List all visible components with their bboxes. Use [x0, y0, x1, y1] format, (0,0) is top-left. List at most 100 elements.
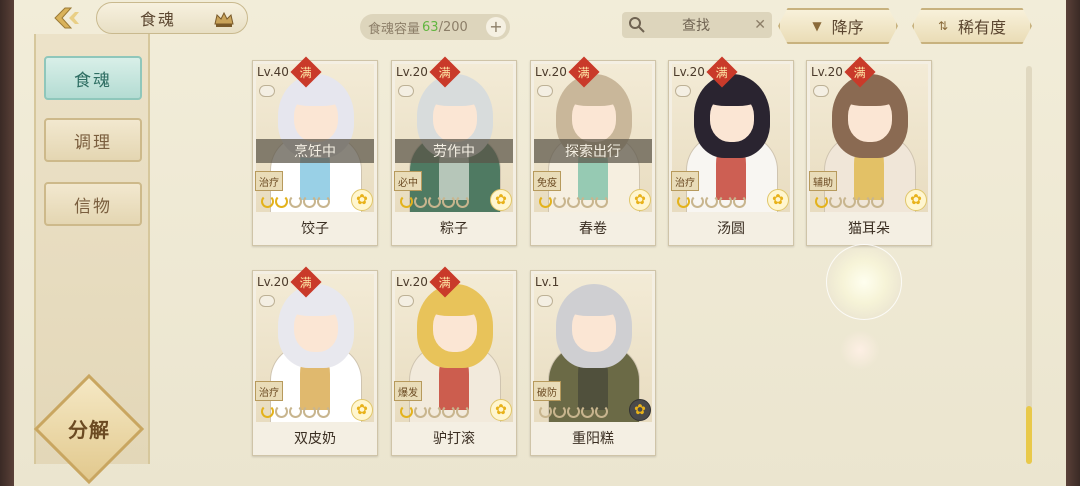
- glow-effect: [826, 244, 902, 320]
- scrollbar-track[interactable]: [1026, 66, 1032, 464]
- role-badge: 治疗: [255, 381, 283, 401]
- star-icon: [539, 195, 552, 208]
- star-icon: [400, 405, 413, 418]
- star-icon: [595, 405, 608, 418]
- flower-icon: ✿: [629, 399, 651, 421]
- food-soul-card[interactable]: Lv.20 满探索出行 免疫 ✿ 春卷: [530, 56, 656, 246]
- star-icon: [843, 195, 856, 208]
- back-arrow-icon: [54, 7, 79, 29]
- chat-bubble-icon[interactable]: [675, 85, 691, 97]
- search-icon: [629, 17, 645, 33]
- star-icon: [829, 195, 842, 208]
- sidebar-item-tokens[interactable]: 信物: [44, 182, 142, 226]
- chat-bubble-icon[interactable]: [537, 85, 553, 97]
- star-icon: [581, 405, 594, 418]
- star-icon: [456, 405, 469, 418]
- star-icon: [595, 195, 608, 208]
- character-name: 春卷: [579, 221, 607, 237]
- character-name: 驴打滚: [433, 431, 475, 447]
- character-name: 粽子: [440, 221, 468, 237]
- star-icon: [428, 405, 441, 418]
- star-icon: [414, 195, 427, 208]
- sidebar-item-label: 食魂: [74, 70, 112, 91]
- star-icon: [317, 195, 330, 208]
- food-soul-card[interactable]: Lv.20 满治疗 ✿ 汤圆: [668, 56, 794, 246]
- status-banner: 劳作中: [395, 139, 513, 163]
- star-icon: [442, 195, 455, 208]
- star-icon: [553, 195, 566, 208]
- level-label: Lv.1: [535, 275, 560, 289]
- star-icon: [442, 405, 455, 418]
- star-rating: [815, 195, 884, 208]
- role-badge: 治疗: [671, 171, 699, 191]
- star-rating: [400, 195, 469, 208]
- search-box[interactable]: 查找 ✕: [622, 12, 772, 38]
- capacity-display: 食魂容量 63 /200 +: [360, 14, 510, 40]
- star-icon: [677, 195, 690, 208]
- max-level-text: 满: [299, 275, 313, 290]
- character-name: 重阳糕: [572, 431, 614, 447]
- back-button[interactable]: [48, 4, 84, 32]
- star-icon: [539, 405, 552, 418]
- food-soul-card[interactable]: Lv.20 满辅助 ✿ 猫耳朵: [806, 56, 932, 246]
- star-icon: [815, 195, 828, 208]
- level-label: Lv.20: [396, 275, 428, 289]
- sort-arrows-icon: ⇅: [937, 19, 949, 33]
- role-badge: 免疫: [533, 171, 561, 191]
- food-soul-card[interactable]: Lv.1 破防 ✿ 重阳糕: [530, 270, 656, 456]
- star-rating: [261, 405, 330, 418]
- scrollbar-thumb[interactable]: [1026, 406, 1032, 464]
- character-name: 双皮奶: [294, 431, 336, 447]
- star-rating: [677, 195, 746, 208]
- sidebar-item-food-souls[interactable]: 食魂: [44, 56, 142, 100]
- chat-bubble-icon[interactable]: [398, 85, 414, 97]
- level-label: Lv.20: [257, 275, 289, 289]
- star-icon: [871, 195, 884, 208]
- capacity-current: 63: [422, 19, 439, 35]
- search-clear-icon[interactable]: ✕: [754, 17, 766, 33]
- star-icon: [456, 195, 469, 208]
- capacity-add-button[interactable]: +: [486, 17, 506, 37]
- sort-order-button[interactable]: ▼ 降序: [778, 8, 898, 44]
- role-badge: 必中: [394, 171, 422, 191]
- character-name: 饺子: [301, 221, 329, 237]
- frame-right: [1066, 0, 1080, 486]
- capacity-max: /200: [438, 19, 468, 35]
- food-soul-card[interactable]: Lv.40 满烹饪中 治疗 ✿ 饺子: [252, 56, 378, 246]
- chat-bubble-icon[interactable]: [398, 295, 414, 307]
- search-input[interactable]: 查找: [682, 15, 710, 35]
- star-icon: [303, 405, 316, 418]
- sort-order-label: 降序: [831, 18, 864, 37]
- capacity-label: 食魂容量: [368, 21, 421, 37]
- chat-bubble-icon[interactable]: [259, 295, 275, 307]
- food-soul-card[interactable]: Lv.20 满治疗 ✿ 双皮奶: [252, 266, 378, 456]
- sort-field-label: 稀有度: [958, 18, 1007, 37]
- star-icon: [567, 405, 580, 418]
- flower-icon: ✿: [490, 189, 512, 211]
- glow-effect: [840, 330, 880, 370]
- star-icon: [289, 195, 302, 208]
- level-label: Lv.20: [396, 65, 428, 79]
- star-icon: [275, 405, 288, 418]
- max-level-text: 满: [438, 275, 452, 290]
- chat-bubble-icon[interactable]: [813, 85, 829, 97]
- star-icon: [553, 405, 566, 418]
- sidebar-item-label: 信物: [74, 196, 112, 217]
- level-label: Lv.20: [673, 65, 705, 79]
- food-soul-card[interactable]: Lv.20 满爆发 ✿ 驴打滚: [391, 266, 517, 456]
- sort-field-button[interactable]: ⇅ 稀有度: [912, 8, 1032, 44]
- star-icon: [289, 405, 302, 418]
- chat-bubble-icon[interactable]: [259, 85, 275, 97]
- level-label: Lv.20: [535, 65, 567, 79]
- crown-icon[interactable]: [213, 10, 235, 28]
- triangle-down-icon: ▼: [812, 19, 822, 33]
- food-soul-card[interactable]: Lv.20 满劳作中 必中 ✿ 粽子: [391, 56, 517, 246]
- max-level-text: 满: [299, 65, 313, 80]
- sidebar-item-conditioning[interactable]: 调理: [44, 118, 142, 162]
- star-icon: [705, 195, 718, 208]
- character-name: 汤圆: [717, 221, 745, 237]
- star-icon: [275, 195, 288, 208]
- chat-bubble-icon[interactable]: [537, 295, 553, 307]
- decompose-label[interactable]: 分解: [52, 410, 126, 446]
- star-icon: [303, 195, 316, 208]
